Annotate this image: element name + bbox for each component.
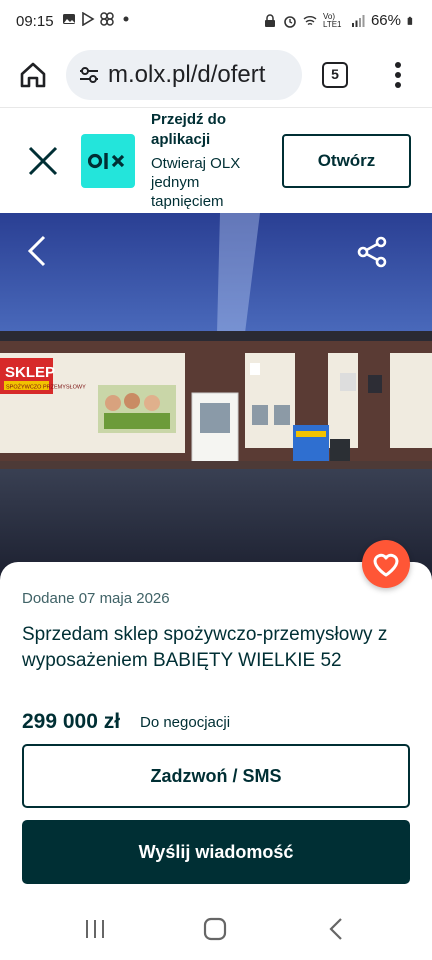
listing-photo[interactable]: SKLEP SPOŻYWCZO PRZEMYSŁOWY xyxy=(0,213,432,580)
negotiable-label: Do negocjacji xyxy=(140,714,231,731)
home-icon[interactable] xyxy=(18,60,48,90)
gallery-icon xyxy=(63,14,75,24)
listing-date: Dodane 07 maja 2026 xyxy=(22,590,170,607)
home-nav-icon[interactable] xyxy=(202,916,228,942)
listing-price: 299 000 zł xyxy=(22,710,121,733)
site-settings-icon[interactable] xyxy=(78,64,100,86)
olx-logo-mark xyxy=(88,153,125,169)
pinwheel-icon xyxy=(100,12,114,26)
dot-icon xyxy=(123,16,129,22)
alarm-icon xyxy=(284,15,296,28)
browser-toolbar: m.olx.pl/d/ofert 5 xyxy=(0,44,432,108)
sklep-sign-text: SKLEP xyxy=(5,364,55,381)
send-message-button[interactable]: Wyślij wiadomość xyxy=(22,820,410,884)
play-store-icon xyxy=(82,12,95,26)
back-arrow-icon[interactable] xyxy=(24,234,52,268)
heart-icon xyxy=(373,553,399,577)
listing-title: Sprzedam sklep spożywczo-przemysłowy z w… xyxy=(22,624,388,671)
listing-photo-image: SKLEP SPOŻYWCZO PRZEMYSŁOWY xyxy=(0,213,432,580)
battery-icon xyxy=(407,16,413,25)
olx-app-logo xyxy=(81,134,135,188)
open-app-button[interactable]: Otwórz xyxy=(282,134,411,188)
status-time: 09:15 xyxy=(16,13,54,30)
banner-subtitle: Otwieraj OLX jednym tapnięciem xyxy=(151,155,241,210)
close-icon[interactable] xyxy=(26,144,60,178)
url-text: m.olx.pl/d/ofert xyxy=(108,61,266,88)
battery-percent: 66% xyxy=(370,12,401,29)
share-icon[interactable] xyxy=(356,236,388,268)
back-nav-icon[interactable] xyxy=(324,916,350,942)
notification-icons xyxy=(62,12,133,26)
call-sms-button[interactable]: Zadzwoń / SMS xyxy=(22,744,410,808)
recent-apps-icon[interactable] xyxy=(82,916,108,942)
lock-icon xyxy=(264,13,275,27)
address-bar[interactable]: m.olx.pl/d/ofert xyxy=(66,50,302,100)
status-bar: 09:15 Vo) LTE1 66% xyxy=(0,0,432,44)
more-menu-icon[interactable] xyxy=(390,60,406,90)
network-label: Vo) LTE1 xyxy=(322,11,342,29)
status-right: Vo) LTE1 66% xyxy=(263,12,416,29)
favorite-button[interactable] xyxy=(362,540,410,588)
sklep-sign-subtext: SPOŻYWCZO PRZEMYSŁOWY xyxy=(6,384,86,391)
wifi-icon xyxy=(303,15,317,25)
tab-switcher-button[interactable]: 5 xyxy=(322,62,348,88)
signal-icon xyxy=(351,14,365,27)
banner-title: Przejdź do aplikacji xyxy=(151,111,227,148)
